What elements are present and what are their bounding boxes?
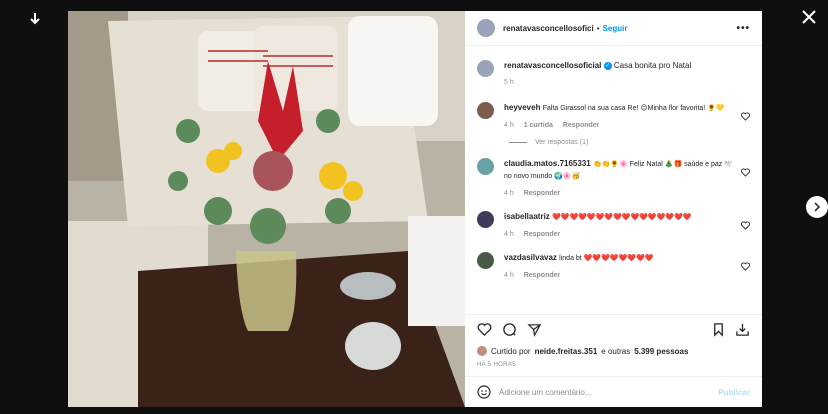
likes-middle: e outras: [601, 346, 631, 356]
post-panel: renatavasconcellosofici • Seguir ••• ren…: [465, 11, 762, 407]
comment-time: 4 h: [504, 231, 514, 238]
caption-text: Casa bonita pro Natal: [613, 61, 692, 70]
reply-button[interactable]: Responder: [524, 231, 561, 238]
comment-time: 4 h: [504, 122, 514, 129]
likes-count[interactable]: 5.399 pessoas: [634, 347, 688, 356]
view-replies-button[interactable]: Ver respostas (1): [509, 139, 750, 146]
avatar[interactable]: [477, 158, 494, 175]
post-actions: Curtido por neide.freitas.351 e outras 5…: [465, 314, 762, 374]
caption: renatavasconcellosoficial ✓ Casa bonita …: [477, 60, 750, 88]
comment-username[interactable]: vazdasilvavaz: [504, 253, 557, 262]
reply-button[interactable]: Responder: [563, 122, 600, 129]
post-timestamp: HÁ 5 HORAS: [477, 362, 517, 368]
heart-icon[interactable]: [741, 262, 750, 271]
header-username[interactable]: renatavasconcellosofici: [503, 24, 594, 33]
view-replies-label: Ver respostas (1): [535, 139, 589, 146]
next-post-button[interactable]: [806, 196, 828, 218]
heart-icon[interactable]: [741, 221, 750, 230]
avatar[interactable]: [477, 19, 495, 37]
list-item: isabellaatriz ❤️❤️❤️❤️❤️❤️❤️❤️❤️❤️❤️❤️❤️…: [477, 211, 750, 240]
replies-divider: [509, 142, 527, 143]
post-header: renatavasconcellosofici • Seguir •••: [465, 11, 762, 46]
comment-text: ❤️❤️❤️❤️❤️❤️❤️❤️❤️❤️❤️❤️❤️❤️❤️❤️: [552, 214, 692, 221]
comment-likes[interactable]: 1 curtida: [524, 122, 553, 129]
likes-summary: Curtido por neide.freitas.351 e outras 5…: [477, 346, 750, 356]
list-item: vazdasilvavaz linda bt ❤️❤️❤️❤️❤️❤️❤️❤️ …: [477, 252, 750, 281]
flower-arrangement-image: [68, 11, 465, 407]
reply-button[interactable]: Responder: [524, 190, 561, 197]
avatar[interactable]: [477, 346, 487, 356]
comment-text: Falta Girassol na sua casa Re! 😉Minha fl…: [542, 105, 725, 112]
more-options-button[interactable]: •••: [736, 23, 750, 34]
reply-button[interactable]: Responder: [524, 272, 561, 279]
add-comment-bar: Adicione um comentário... Publicar: [465, 376, 762, 407]
separator-dot: •: [596, 23, 600, 33]
like-heart-icon[interactable]: [477, 322, 492, 337]
bookmark-icon[interactable]: [711, 322, 726, 337]
post-photo: [68, 11, 465, 407]
list-item: heyveveh Falta Girassol na sua casa Re! …: [477, 102, 750, 131]
comment-bubble-icon[interactable]: [502, 322, 517, 337]
chevron-right-icon: [814, 202, 821, 212]
avatar[interactable]: [477, 211, 494, 228]
heart-icon[interactable]: [741, 168, 750, 177]
verified-icon: ✓: [603, 61, 612, 70]
avatar[interactable]: [477, 60, 494, 77]
comments-list[interactable]: renatavasconcellosoficial ✓ Casa bonita …: [465, 46, 762, 314]
close-icon[interactable]: [800, 8, 818, 26]
publish-button[interactable]: Publicar: [718, 388, 750, 397]
comment-time: 4 h: [504, 190, 514, 197]
caption-username[interactable]: renatavasconcellosoficial: [504, 61, 601, 70]
follow-button[interactable]: Seguir: [603, 24, 628, 33]
caption-time: 5 h: [504, 79, 514, 86]
comment-text: linda bt ❤️❤️❤️❤️❤️❤️❤️❤️: [559, 255, 654, 262]
comment-username[interactable]: heyveveh: [504, 103, 540, 112]
download-tray-icon[interactable]: [735, 322, 750, 337]
share-send-icon[interactable]: [527, 322, 542, 337]
comment-time: 4 h: [504, 272, 514, 279]
comment-username[interactable]: claudia.matos.7165331: [504, 159, 591, 168]
emoji-icon[interactable]: [477, 385, 491, 399]
avatar[interactable]: [477, 252, 494, 269]
comment-username[interactable]: isabellaatriz: [504, 212, 550, 221]
avatar[interactable]: [477, 102, 494, 119]
heart-icon[interactable]: [741, 112, 750, 121]
download-arrow-icon[interactable]: [26, 10, 44, 28]
list-item: claudia.matos.7165331 👏👏🌻🌸 Feliz Natal 🎄…: [477, 158, 750, 199]
likes-user[interactable]: neide.freitas.351: [535, 347, 598, 356]
likes-prefix: Curtido por: [491, 346, 531, 356]
comment-input[interactable]: Adicione um comentário...: [499, 388, 592, 397]
